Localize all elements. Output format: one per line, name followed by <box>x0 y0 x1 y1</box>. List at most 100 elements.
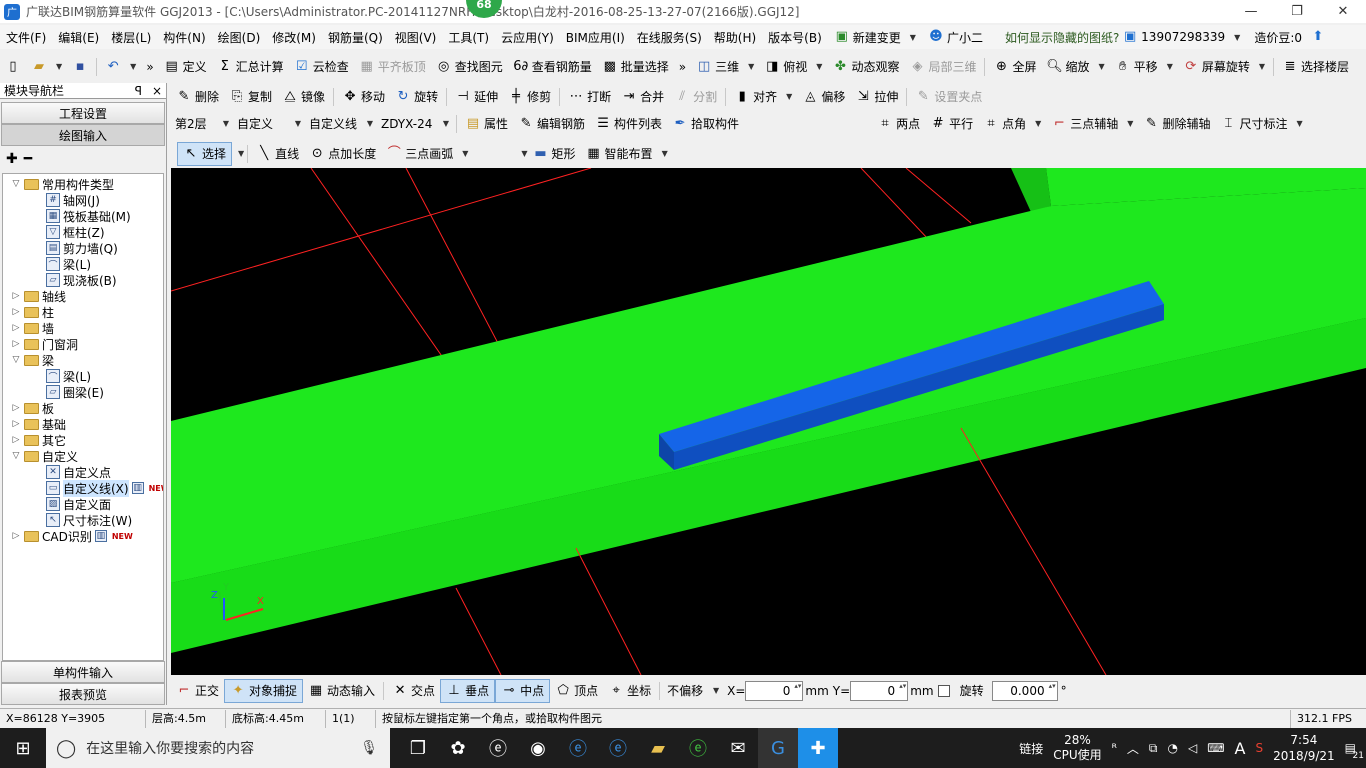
break-button[interactable]: ⋯ 打断 <box>563 85 616 109</box>
component-list-button[interactable]: ☰ 构件列表 <box>590 112 667 136</box>
fullscreen-button[interactable]: ⊕ 全屏 <box>988 55 1041 79</box>
line-tool-button[interactable]: ╲ 直线 <box>251 142 304 166</box>
taskbar-clock[interactable]: 7:54 2018/9/21 <box>1273 732 1335 764</box>
menu-edit[interactable]: 编辑(E) <box>52 29 105 46</box>
menu-rebar[interactable]: 钢筋量(Q) <box>322 29 389 46</box>
taskbar-search[interactable]: ◯ 在这里输入你要搜索的内容 🎙︎ <box>46 728 390 768</box>
menu-file[interactable]: 文件(F) <box>0 29 52 46</box>
zoom-button[interactable]: 🔍︎ 缩放 ▼ <box>1042 55 1110 79</box>
pick-component-button[interactable]: ✒ 拾取构件 <box>667 112 744 136</box>
open-file-button[interactable]: ▰ ▼ <box>26 55 67 79</box>
menu-tools[interactable]: 工具(T) <box>442 29 495 46</box>
rotate-button[interactable]: ↻ 旋转 <box>390 85 443 109</box>
tree-item[interactable]: ▦ 筏板基础(M) <box>43 208 131 224</box>
ie-browser-icon[interactable]: ⓔ <box>478 728 518 768</box>
two-points-button[interactable]: ⌗ 两点 <box>872 112 925 136</box>
expand-all-icon[interactable]: ✚ <box>6 151 18 167</box>
ime-indicator[interactable]: A <box>1235 739 1246 758</box>
tree-item[interactable]: ▷ 板 <box>11 400 54 416</box>
extend-button[interactable]: ⊣ 延伸 <box>450 85 503 109</box>
delete-axis-button[interactable]: ✎ 删除辅轴 <box>1138 112 1215 136</box>
project-settings-tab[interactable]: 工程设置 <box>1 102 165 124</box>
task-view-icon[interactable]: ❐ <box>398 728 438 768</box>
drawing-input-tab[interactable]: 绘图输入 <box>1 124 165 146</box>
define-button[interactable]: ▤ 定义 <box>159 55 212 79</box>
local-3d-button[interactable]: ◈ 局部三维 <box>904 55 981 79</box>
tree-item[interactable]: ▷ 门窗洞 <box>11 336 78 352</box>
tree-item[interactable]: ▨ 自定义面 <box>43 496 111 512</box>
grid-icon[interactable]: ▥ <box>131 482 144 494</box>
pin-icon[interactable]: ꟼ <box>135 84 142 98</box>
x-offset-input[interactable]: 0 <box>745 680 804 701</box>
keyboard-icon[interactable]: ⌨ <box>1207 741 1224 755</box>
top-view-button[interactable]: ◨ 俯视 ▼ <box>759 55 827 79</box>
minimize-button[interactable]: — <box>1228 0 1274 23</box>
tree-expand-icon[interactable]: ▷ <box>11 419 21 429</box>
tree-collapse-icon[interactable]: ▽ <box>11 451 21 461</box>
offset-mode-select[interactable]: 不偏移 ▼ <box>663 681 723 701</box>
intersection-toggle[interactable]: ✕ 交点 <box>387 679 440 703</box>
menu-component[interactable]: 构件(N) <box>157 29 211 46</box>
tree-item[interactable]: ▽ 自定义 <box>11 448 78 464</box>
menu-modify[interactable]: 修改(M) <box>266 29 322 46</box>
tree-expand-icon[interactable]: ▷ <box>11 323 21 333</box>
menu-floor[interactable]: 楼层(L) <box>105 29 157 46</box>
tree-item[interactable]: ▭自定义线(X)▥ NEW <box>43 479 163 497</box>
menu-version[interactable]: 版本号(B) <box>762 29 828 46</box>
tree-expand-icon[interactable]: ▷ <box>11 435 21 445</box>
rotate-checkbox[interactable] <box>937 684 950 697</box>
hint-link[interactable]: 如何显示隐藏的图纸? <box>1005 29 1119 46</box>
report-preview-tab[interactable]: 报表预览 <box>1 683 165 705</box>
point-length-button[interactable]: ⊙ 点加长度 <box>304 142 381 166</box>
arc-tool-button[interactable]: ⌒ 三点画弧 ▼ <box>381 142 473 166</box>
set-grip-button[interactable]: ✎ 设置夹点 <box>910 85 987 109</box>
rotate-input[interactable]: 0.000 <box>991 680 1058 701</box>
guangxiaoer-button[interactable]: ☻ 广小二 <box>922 29 989 46</box>
new-change-button[interactable]: ▣ 新建变更 ▼ <box>828 29 922 46</box>
perpendicular-toggle[interactable]: ⊥ 垂点 <box>440 678 496 703</box>
tree-item[interactable]: ⌒ 梁(L) <box>43 368 91 384</box>
link-label[interactable]: 链接 <box>1019 740 1043 757</box>
find-button[interactable]: ◎ 查找图元 <box>431 55 508 79</box>
volume-icon[interactable]: ◁ <box>1188 741 1197 755</box>
undo-button[interactable]: ↶ ▼ <box>100 55 141 79</box>
network-icon[interactable]: ⧉ <box>1149 741 1158 756</box>
upload-icon[interactable]: ⬆ <box>1310 29 1326 45</box>
tree-item[interactable]: ▽ 框柱(Z) <box>43 224 105 240</box>
menu-cloud[interactable]: 云应用(Y) <box>495 29 560 46</box>
new-file-button[interactable]: ▯ <box>0 55 26 79</box>
tree-item[interactable]: # 轴网(J) <box>43 192 100 208</box>
collapse-all-icon[interactable]: ━ <box>24 151 32 167</box>
rotate-screen-button[interactable]: ⟳ 屏幕旋转 ▼ <box>1178 55 1270 79</box>
point-angle-button[interactable]: ⌗ 点角 ▼ <box>978 112 1046 136</box>
tree-item[interactable]: ▱ 现浇板(B) <box>43 272 117 288</box>
stretch-button[interactable]: ⇲ 拉伸 <box>850 85 903 109</box>
wifi-icon[interactable]: ◔ <box>1168 741 1178 755</box>
menu-online[interactable]: 在线服务(S) <box>631 29 708 46</box>
tree-item[interactable]: ✕ 自定义点 <box>43 464 111 480</box>
fan-app-icon[interactable]: ✿ <box>438 728 478 768</box>
select-floor-button[interactable]: ≣ 选择楼层 <box>1277 55 1354 79</box>
mail-icon[interactable]: ✉ <box>718 728 758 768</box>
account-button[interactable]: ▣ 13907298339 ▼ <box>1116 29 1246 45</box>
menu-draw[interactable]: 绘图(D) <box>212 29 267 46</box>
dimension-button[interactable]: ⌶ 尺寸标注 ▼ <box>1215 112 1307 136</box>
split-button[interactable]: ⫽ 分割 <box>669 85 722 109</box>
vertex-toggle[interactable]: ⬠ 顶点 <box>550 679 603 703</box>
tree-item[interactable]: ▷ 轴线 <box>11 288 66 304</box>
chevron-down-icon[interactable]: ▼ <box>238 149 244 158</box>
properties-button[interactable]: ▤ 属性 <box>460 112 513 136</box>
edit-rebar-button[interactable]: ✎ 编辑钢筋 <box>513 112 590 136</box>
dynamic-input-toggle[interactable]: ▦ 动态输入 <box>303 679 380 703</box>
tree-collapse-icon[interactable]: ▽ <box>11 355 21 365</box>
view-rebar-button[interactable]: 6∂ 查看钢筋量 <box>508 55 597 79</box>
align-button[interactable]: ▮ 对齐 ▼ <box>729 85 797 109</box>
close-button[interactable]: ✕ <box>1320 0 1366 23</box>
ggj-app-icon[interactable]: G <box>758 728 798 768</box>
file-explorer-icon[interactable]: ▰ <box>638 728 678 768</box>
merge-button[interactable]: ⇥ 合并 <box>616 85 669 109</box>
three-point-axis-button[interactable]: ⌐ 三点辅轴 ▼ <box>1046 112 1138 136</box>
tree-item[interactable]: ⌒ 梁(L) <box>43 256 91 272</box>
microphone-icon[interactable]: 🎙︎ <box>360 740 378 756</box>
tree-expand-icon[interactable]: ▷ <box>11 291 21 301</box>
